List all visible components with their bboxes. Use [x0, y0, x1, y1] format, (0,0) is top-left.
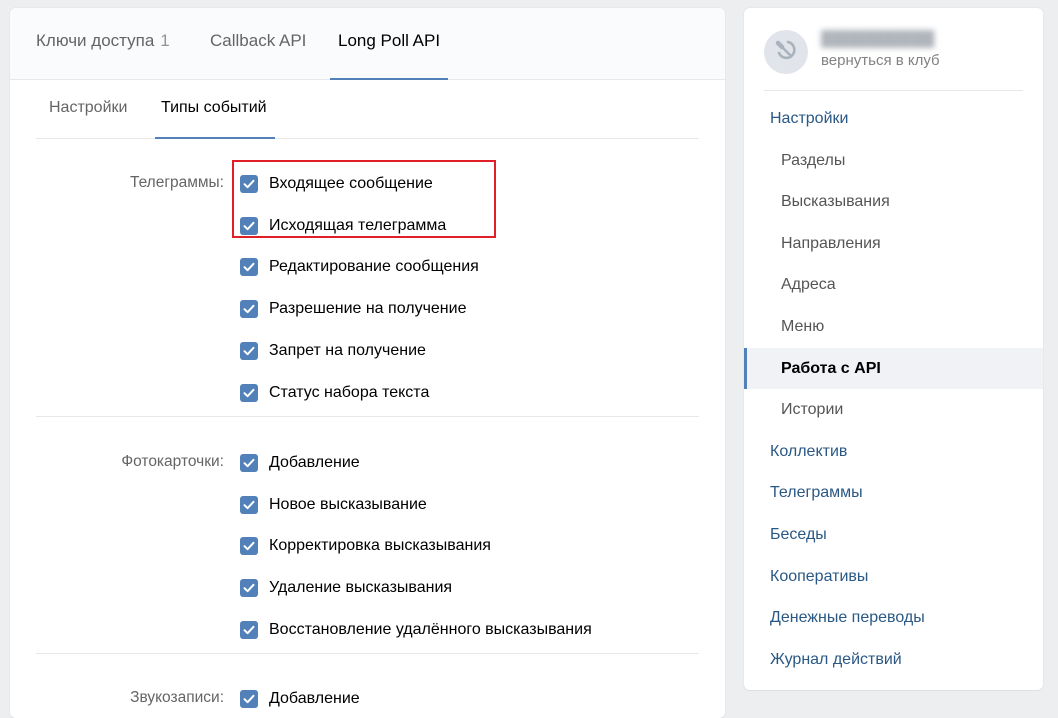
event-checkbox-row[interactable]: Новое высказывание	[240, 493, 427, 517]
checkbox-label: Исходящая телеграмма	[269, 217, 447, 234]
tab-access-keys[interactable]: Ключи доступа 1	[36, 8, 170, 79]
sidebar-item[interactable]: Адреса	[744, 264, 1043, 305]
checkmark-icon	[243, 179, 255, 189]
sidebar-item[interactable]: Кооперативы	[744, 556, 1043, 597]
sidebar-item[interactable]: Высказывания	[744, 181, 1043, 222]
checkbox-label: Новое высказывание	[269, 496, 427, 513]
sidebar-item[interactable]: Направления	[744, 223, 1043, 264]
top-tabs: Ключи доступа 1 Callback API Long Poll AP…	[10, 8, 725, 80]
checkbox[interactable]	[240, 342, 258, 360]
checkmark-icon	[243, 346, 255, 356]
checkbox-label: Запрет на получение	[269, 342, 426, 359]
hammer-sickle-icon	[774, 38, 798, 67]
group-divider	[36, 416, 699, 417]
sub-tabs: Настройки Типы событий	[36, 80, 699, 139]
checkbox[interactable]	[240, 454, 258, 472]
tab-callback-api-label: Callback API	[210, 31, 307, 50]
checkbox-label: Разрешение на получение	[269, 300, 467, 317]
tab-access-keys-count: 1	[160, 31, 170, 50]
tab-long-poll-api[interactable]: Long Poll API	[329, 8, 449, 80]
tab-long-poll-api-label: Long Poll API	[338, 31, 441, 50]
club-back-link[interactable]: ██████████ вернуться в клуб	[764, 28, 1023, 91]
event-checkbox-row[interactable]: Запрет на получение	[240, 339, 426, 363]
group-divider	[36, 653, 699, 654]
event-checkbox-row[interactable]: Восстановление удалённого высказывания	[240, 618, 592, 642]
checkmark-icon	[243, 304, 255, 314]
subtab-event-types[interactable]: Типы событий	[155, 80, 275, 139]
checkmark-icon	[243, 541, 255, 551]
checkbox[interactable]	[240, 175, 258, 193]
checkbox-label: Редактирование сообщения	[269, 258, 479, 275]
checkmark-icon	[243, 388, 255, 398]
checkbox[interactable]	[240, 258, 258, 276]
checkbox-label: Входящее сообщение	[269, 175, 433, 192]
sidebar-item[interactable]: Меню	[744, 306, 1043, 347]
subtab-settings[interactable]: Настройки	[49, 80, 127, 138]
sidebar-item[interactable]: Настройки	[744, 98, 1043, 139]
group-label: Фотокарточки:	[121, 453, 224, 470]
tab-access-keys-label: Ключи доступа	[36, 31, 155, 50]
event-checkbox-row[interactable]: Добавление	[240, 687, 360, 711]
checkmark-icon	[243, 262, 255, 272]
checkbox[interactable]	[240, 579, 258, 597]
checkbox[interactable]	[240, 300, 258, 318]
sidebar-item[interactable]: Работа с API	[744, 348, 1043, 389]
checkbox-label: Добавление	[269, 454, 360, 471]
event-checkbox-row[interactable]: Удаление высказывания	[240, 576, 452, 600]
event-checkbox-row[interactable]: Статус набора текста	[240, 381, 429, 405]
checkbox-label: Статус набора текста	[269, 384, 430, 401]
checkmark-icon	[243, 221, 255, 231]
event-checkbox-row[interactable]: Редактирование сообщения	[240, 255, 479, 279]
event-checkbox-row[interactable]: Входящее сообщение	[240, 172, 433, 196]
subtab-settings-label: Настройки	[49, 99, 128, 116]
group-label: Звукозаписи:	[130, 689, 224, 706]
subtab-event-types-label: Типы событий	[161, 99, 267, 116]
api-settings-panel: Ключи доступа 1 Callback API Long Poll AP…	[10, 8, 725, 718]
club-name-blurred: ██████████	[821, 30, 935, 47]
sidebar-item[interactable]: Телеграммы	[744, 472, 1043, 513]
sidebar-item[interactable]: Журнал действий	[744, 639, 1043, 680]
checkmark-icon	[243, 583, 255, 593]
checkbox[interactable]	[240, 217, 258, 235]
checkbox-label: Корректировка высказывания	[269, 537, 491, 554]
club-back-label: вернуться в клуб	[821, 52, 940, 69]
club-avatar	[764, 30, 808, 74]
tab-callback-api[interactable]: Callback API	[210, 8, 306, 79]
event-checkbox-row[interactable]: Корректировка высказывания	[240, 534, 491, 558]
checkbox[interactable]	[240, 537, 258, 555]
checkbox[interactable]	[240, 496, 258, 514]
sidebar-item[interactable]: Разделы	[744, 140, 1043, 181]
group-label: Телеграммы:	[129, 174, 224, 191]
checkbox[interactable]	[240, 690, 258, 708]
sidebar-item[interactable]: Коллектив	[744, 431, 1043, 472]
sidebar: ██████████ вернуться в клуб Настройки Раз…	[744, 8, 1043, 690]
checkmark-icon	[243, 500, 255, 510]
event-checkbox-row[interactable]: Исходящая телеграмма	[240, 214, 446, 238]
event-checkbox-row[interactable]: Добавление	[240, 451, 360, 475]
checkbox[interactable]	[240, 621, 258, 639]
event-checkbox-row[interactable]: Разрешение на получение	[240, 297, 466, 321]
checkbox[interactable]	[240, 384, 258, 402]
sidebar-item[interactable]: Денежные переводы	[744, 597, 1043, 638]
checkbox-label: Восстановление удалённого высказывания	[269, 621, 592, 638]
checkbox-label: Добавление	[269, 690, 360, 707]
sidebar-item[interactable]: Истории	[744, 389, 1043, 430]
checkmark-icon	[243, 625, 255, 635]
checkbox-label: Удаление высказывания	[269, 579, 453, 596]
checkmark-icon	[243, 458, 255, 468]
sidebar-item[interactable]: Беседы	[744, 514, 1043, 555]
